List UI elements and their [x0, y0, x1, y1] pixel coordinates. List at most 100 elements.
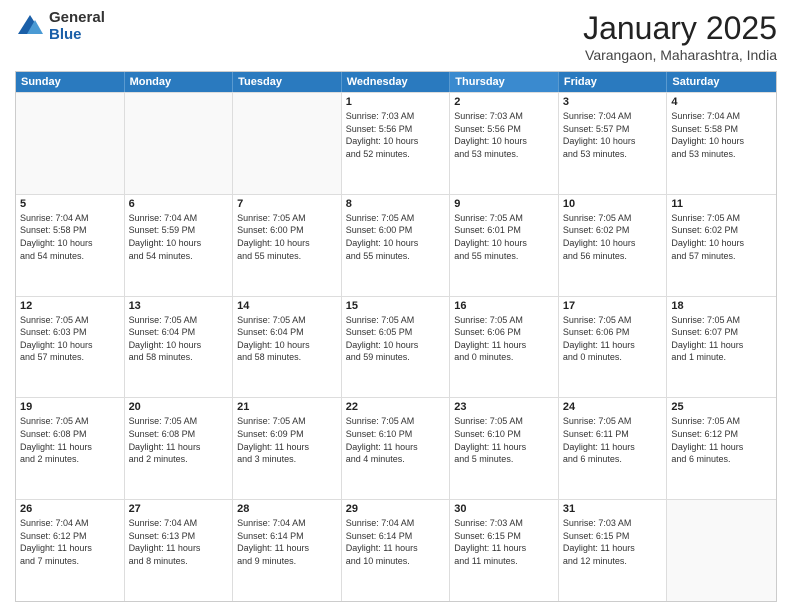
calendar: SundayMondayTuesdayWednesdayThursdayFrid… [15, 71, 777, 602]
day-info: Sunrise: 7:05 AM Sunset: 6:11 PM Dayligh… [563, 415, 663, 465]
day-info: Sunrise: 7:04 AM Sunset: 5:58 PM Dayligh… [671, 110, 772, 160]
day-number: 24 [563, 401, 663, 413]
day-info: Sunrise: 7:05 AM Sunset: 6:06 PM Dayligh… [454, 314, 554, 364]
header: General Blue January 2025 Varangaon, Mah… [15, 10, 777, 63]
day-info: Sunrise: 7:05 AM Sunset: 6:03 PM Dayligh… [20, 314, 120, 364]
day-number: 16 [454, 300, 554, 312]
day-cell-19: 19Sunrise: 7:05 AM Sunset: 6:08 PM Dayli… [16, 398, 125, 499]
day-cell-28: 28Sunrise: 7:04 AM Sunset: 6:14 PM Dayli… [233, 500, 342, 601]
day-number: 29 [346, 503, 446, 515]
day-header-thursday: Thursday [450, 72, 559, 92]
day-info: Sunrise: 7:05 AM Sunset: 6:10 PM Dayligh… [454, 415, 554, 465]
logo-icon [15, 12, 45, 42]
day-cell-8: 8 Sunrise: 7:05 AM Sunset: 6:00 PM Daylig… [342, 195, 451, 296]
day-info: Sunrise: 7:05 AM Sunset: 6:02 PM Dayligh… [671, 212, 772, 262]
day-info: Sunrise: 7:05 AM Sunset: 6:07 PM Dayligh… [671, 314, 772, 364]
day-info: Sunrise: 7:04 AM Sunset: 5:59 PM Dayligh… [129, 212, 229, 262]
day-header-sunday: Sunday [16, 72, 125, 92]
day-number: 22 [346, 401, 446, 413]
day-cell-24: 24 Sunrise: 7:05 AM Sunset: 6:11 PM Dayli… [559, 398, 668, 499]
day-info: Sunrise: 7:05 AM Sunset: 6:02 PM Dayligh… [563, 212, 663, 262]
logo-blue: Blue [49, 27, 105, 44]
day-header-saturday: Saturday [667, 72, 776, 92]
day-info: Sunrise: 7:05 AM Sunset: 6:04 PM Dayligh… [237, 314, 337, 364]
day-number: 13 [129, 300, 229, 312]
day-info: Sunrise: 7:03 AM Sunset: 6:15 PM Dayligh… [563, 517, 663, 567]
day-cell-13: 13 Sunrise: 7:05 AM Sunset: 6:04 PM Dayli… [125, 297, 234, 398]
empty-cell [667, 500, 776, 601]
day-header-friday: Friday [559, 72, 668, 92]
day-number: 20 [129, 401, 229, 413]
day-info: Sunrise: 7:04 AM Sunset: 5:58 PM Dayligh… [20, 212, 120, 262]
logo-general: General [49, 10, 105, 27]
day-info: Sunrise: 7:05 AM Sunset: 6:08 PM Dayligh… [129, 415, 229, 465]
day-info: Sunrise: 7:04 AM Sunset: 5:57 PM Dayligh… [563, 110, 663, 160]
day-cell-1: 1 Sunrise: 7:03 AM Sunset: 5:56 PM Daylig… [342, 93, 451, 194]
day-cell-31: 31 Sunrise: 7:03 AM Sunset: 6:15 PM Dayli… [559, 500, 668, 601]
weeks: 1 Sunrise: 7:03 AM Sunset: 5:56 PM Daylig… [16, 92, 776, 601]
page: General Blue January 2025 Varangaon, Mah… [0, 0, 792, 612]
week-row-3: 12 Sunrise: 7:05 AM Sunset: 6:03 PM Dayli… [16, 296, 776, 398]
day-cell-9: 9 Sunrise: 7:05 AM Sunset: 6:01 PM Daylig… [450, 195, 559, 296]
day-cell-16: 16 Sunrise: 7:05 AM Sunset: 6:06 PM Dayli… [450, 297, 559, 398]
day-info: Sunrise: 7:05 AM Sunset: 6:00 PM Dayligh… [346, 212, 446, 262]
day-number: 18 [671, 300, 772, 312]
day-headers: SundayMondayTuesdayWednesdayThursdayFrid… [16, 72, 776, 92]
day-number: 15 [346, 300, 446, 312]
day-info: Sunrise: 7:05 AM Sunset: 6:12 PM Dayligh… [671, 415, 772, 465]
day-info: Sunrise: 7:03 AM Sunset: 5:56 PM Dayligh… [454, 110, 554, 160]
day-number: 27 [129, 503, 229, 515]
day-cell-18: 18 Sunrise: 7:05 AM Sunset: 6:07 PM Dayli… [667, 297, 776, 398]
day-info: Sunrise: 7:04 AM Sunset: 6:13 PM Dayligh… [129, 517, 229, 567]
day-number: 9 [454, 198, 554, 210]
day-cell-11: 11 Sunrise: 7:05 AM Sunset: 6:02 PM Dayli… [667, 195, 776, 296]
day-number: 3 [563, 96, 663, 108]
day-cell-25: 25Sunrise: 7:05 AM Sunset: 6:12 PM Dayli… [667, 398, 776, 499]
empty-cell [125, 93, 234, 194]
logo-text: General Blue [49, 10, 105, 43]
empty-cell [16, 93, 125, 194]
day-info: Sunrise: 7:05 AM Sunset: 6:01 PM Dayligh… [454, 212, 554, 262]
day-cell-15: 15Sunrise: 7:05 AM Sunset: 6:05 PM Dayli… [342, 297, 451, 398]
day-info: Sunrise: 7:03 AM Sunset: 6:15 PM Dayligh… [454, 517, 554, 567]
day-cell-23: 23Sunrise: 7:05 AM Sunset: 6:10 PM Dayli… [450, 398, 559, 499]
day-number: 4 [671, 96, 772, 108]
title-area: January 2025 Varangaon, Maharashtra, Ind… [583, 10, 777, 63]
day-number: 12 [20, 300, 120, 312]
day-number: 30 [454, 503, 554, 515]
day-cell-26: 26 Sunrise: 7:04 AM Sunset: 6:12 PM Dayli… [16, 500, 125, 601]
day-info: Sunrise: 7:05 AM Sunset: 6:04 PM Dayligh… [129, 314, 229, 364]
day-cell-29: 29 Sunrise: 7:04 AM Sunset: 6:14 PM Dayli… [342, 500, 451, 601]
week-row-4: 19 Sunrise: 7:05 AM Sunset: 6:08 PM Dayli… [16, 397, 776, 499]
day-cell-4: 4 Sunrise: 7:04 AM Sunset: 5:58 PM Daylig… [667, 93, 776, 194]
day-cell-2: 2 Sunrise: 7:03 AM Sunset: 5:56 PM Daylig… [450, 93, 559, 194]
day-info: Sunrise: 7:03 AM Sunset: 5:56 PM Dayligh… [346, 110, 446, 160]
day-header-monday: Monday [125, 72, 234, 92]
day-number: 21 [237, 401, 337, 413]
day-number: 10 [563, 198, 663, 210]
day-cell-20: 20 Sunrise: 7:05 AM Sunset: 6:08 PM Dayli… [125, 398, 234, 499]
day-number: 11 [671, 198, 772, 210]
day-number: 31 [563, 503, 663, 515]
day-cell-6: 6 Sunrise: 7:04 AM Sunset: 5:59 PM Daylig… [125, 195, 234, 296]
day-number: 19 [20, 401, 120, 413]
day-header-wednesday: Wednesday [342, 72, 451, 92]
day-number: 28 [237, 503, 337, 515]
day-cell-3: 3 Sunrise: 7:04 AM Sunset: 5:57 PM Daylig… [559, 93, 668, 194]
day-cell-10: 10 Sunrise: 7:05 AM Sunset: 6:02 PM Dayli… [559, 195, 668, 296]
day-cell-14: 14Sunrise: 7:05 AM Sunset: 6:04 PM Dayli… [233, 297, 342, 398]
day-number: 6 [129, 198, 229, 210]
day-info: Sunrise: 7:04 AM Sunset: 6:14 PM Dayligh… [346, 517, 446, 567]
day-number: 1 [346, 96, 446, 108]
day-number: 8 [346, 198, 446, 210]
day-cell-21: 21 Sunrise: 7:05 AM Sunset: 6:09 PM Dayli… [233, 398, 342, 499]
day-number: 2 [454, 96, 554, 108]
day-info: Sunrise: 7:05 AM Sunset: 6:09 PM Dayligh… [237, 415, 337, 465]
day-cell-7: 7Sunrise: 7:05 AM Sunset: 6:00 PM Daylig… [233, 195, 342, 296]
day-number: 17 [563, 300, 663, 312]
week-row-2: 5Sunrise: 7:04 AM Sunset: 5:58 PM Daylig… [16, 194, 776, 296]
week-row-5: 26 Sunrise: 7:04 AM Sunset: 6:12 PM Dayli… [16, 499, 776, 601]
day-info: Sunrise: 7:04 AM Sunset: 6:12 PM Dayligh… [20, 517, 120, 567]
day-number: 26 [20, 503, 120, 515]
day-cell-30: 30 Sunrise: 7:03 AM Sunset: 6:15 PM Dayli… [450, 500, 559, 601]
